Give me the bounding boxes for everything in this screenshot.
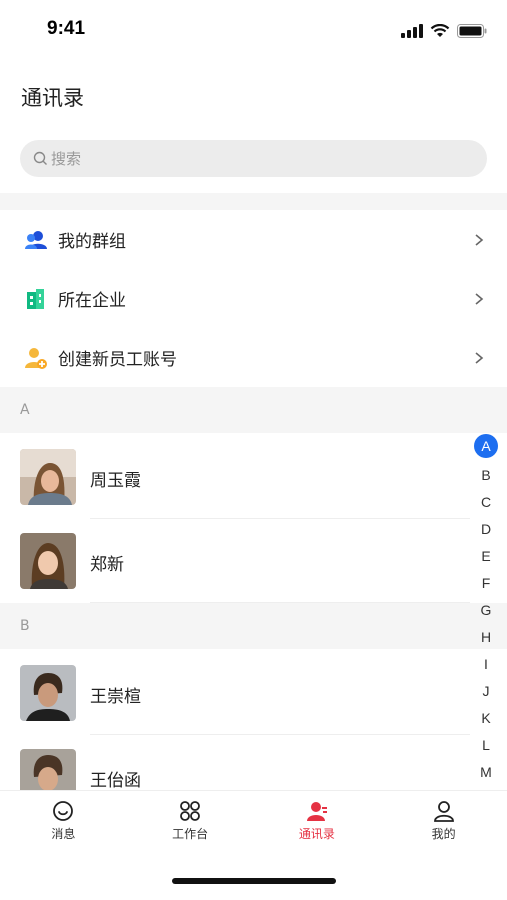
tab-label: 我的	[431, 827, 456, 841]
index-letter-h[interactable]: H	[473, 623, 499, 650]
battery-icon	[457, 24, 487, 38]
chevron-right-icon	[475, 292, 484, 305]
avatar	[20, 449, 76, 505]
index-letter-g[interactable]: G	[473, 596, 499, 623]
contact-row[interactable]: 郑新	[0, 519, 470, 603]
index-letter-m[interactable]: M	[473, 758, 499, 785]
page-title: 通讯录	[21, 86, 84, 110]
index-letter-a[interactable]: A	[474, 434, 498, 458]
tab-label: 通讯录	[298, 827, 335, 841]
section-header-b: B	[0, 603, 507, 649]
contact-row[interactable]: 王佁函	[0, 735, 470, 790]
wifi-icon	[430, 24, 450, 37]
signal-icon	[401, 24, 423, 38]
section-header-a: A	[0, 387, 507, 433]
tab-label: 工作台	[172, 827, 209, 841]
home-indicator	[172, 878, 336, 884]
menu-item-label: 创建新员工账号	[58, 350, 177, 370]
profile-icon	[433, 801, 454, 822]
contact-name: 周玉霞	[90, 471, 141, 491]
avatar	[20, 533, 76, 589]
chevron-right-icon	[475, 233, 484, 246]
search-placeholder: 搜索	[51, 150, 82, 168]
index-letter-f[interactable]: F	[473, 569, 499, 596]
menu-item-label: 所在企业	[58, 291, 126, 311]
menu-item-label: 我的群组	[58, 232, 126, 252]
section-divider	[0, 193, 507, 210]
index-letter-b[interactable]: B	[473, 461, 499, 488]
tab-profile[interactable]: 我的	[380, 791, 507, 858]
chevron-right-icon	[475, 351, 484, 364]
contact-name: 王佁函	[90, 771, 141, 790]
tab-messages[interactable]: 消息	[0, 791, 127, 858]
contacts-icon	[306, 802, 327, 821]
tab-workbench[interactable]: 工作台	[127, 791, 254, 858]
index-letter-d[interactable]: D	[473, 515, 499, 542]
status-icons	[401, 24, 487, 38]
alphabet-index[interactable]: A B C D E F G H I J K L M	[473, 434, 499, 785]
status-time: 9:41	[47, 18, 86, 39]
section-letter: A	[20, 402, 30, 418]
contact-row[interactable]: 王崇楦	[0, 651, 470, 735]
avatar	[20, 665, 76, 721]
tab-contacts[interactable]: 通讯录	[254, 791, 381, 858]
menu-item-my-groups[interactable]: 我的群组	[0, 210, 507, 269]
index-letter-l[interactable]: L	[473, 731, 499, 758]
search-icon	[33, 151, 47, 165]
index-letter-j[interactable]: J	[473, 677, 499, 704]
group-icon	[24, 228, 48, 252]
index-letter-e[interactable]: E	[473, 542, 499, 569]
tab-bar: 消息 工作台 通讯录 我的	[0, 790, 507, 858]
message-icon	[53, 801, 74, 821]
menu-item-create-account[interactable]: 创建新员工账号	[0, 328, 507, 387]
building-icon	[24, 287, 48, 311]
contact-row[interactable]: 周玉霞	[0, 435, 470, 519]
contact-name: 郑新	[90, 555, 124, 575]
section-letter: B	[20, 618, 30, 634]
index-letter-c[interactable]: C	[473, 488, 499, 515]
add-user-icon	[24, 346, 48, 370]
menu-item-company[interactable]: 所在企业	[0, 269, 507, 328]
tab-label: 消息	[51, 827, 76, 841]
workbench-icon	[180, 801, 201, 821]
index-letter-k[interactable]: K	[473, 704, 499, 731]
status-bar: 9:41	[0, 0, 507, 60]
contact-name: 王崇楦	[90, 687, 141, 707]
index-letter-i[interactable]: I	[473, 650, 499, 677]
avatar	[20, 749, 76, 790]
search-bar[interactable]: 搜索	[20, 140, 487, 177]
